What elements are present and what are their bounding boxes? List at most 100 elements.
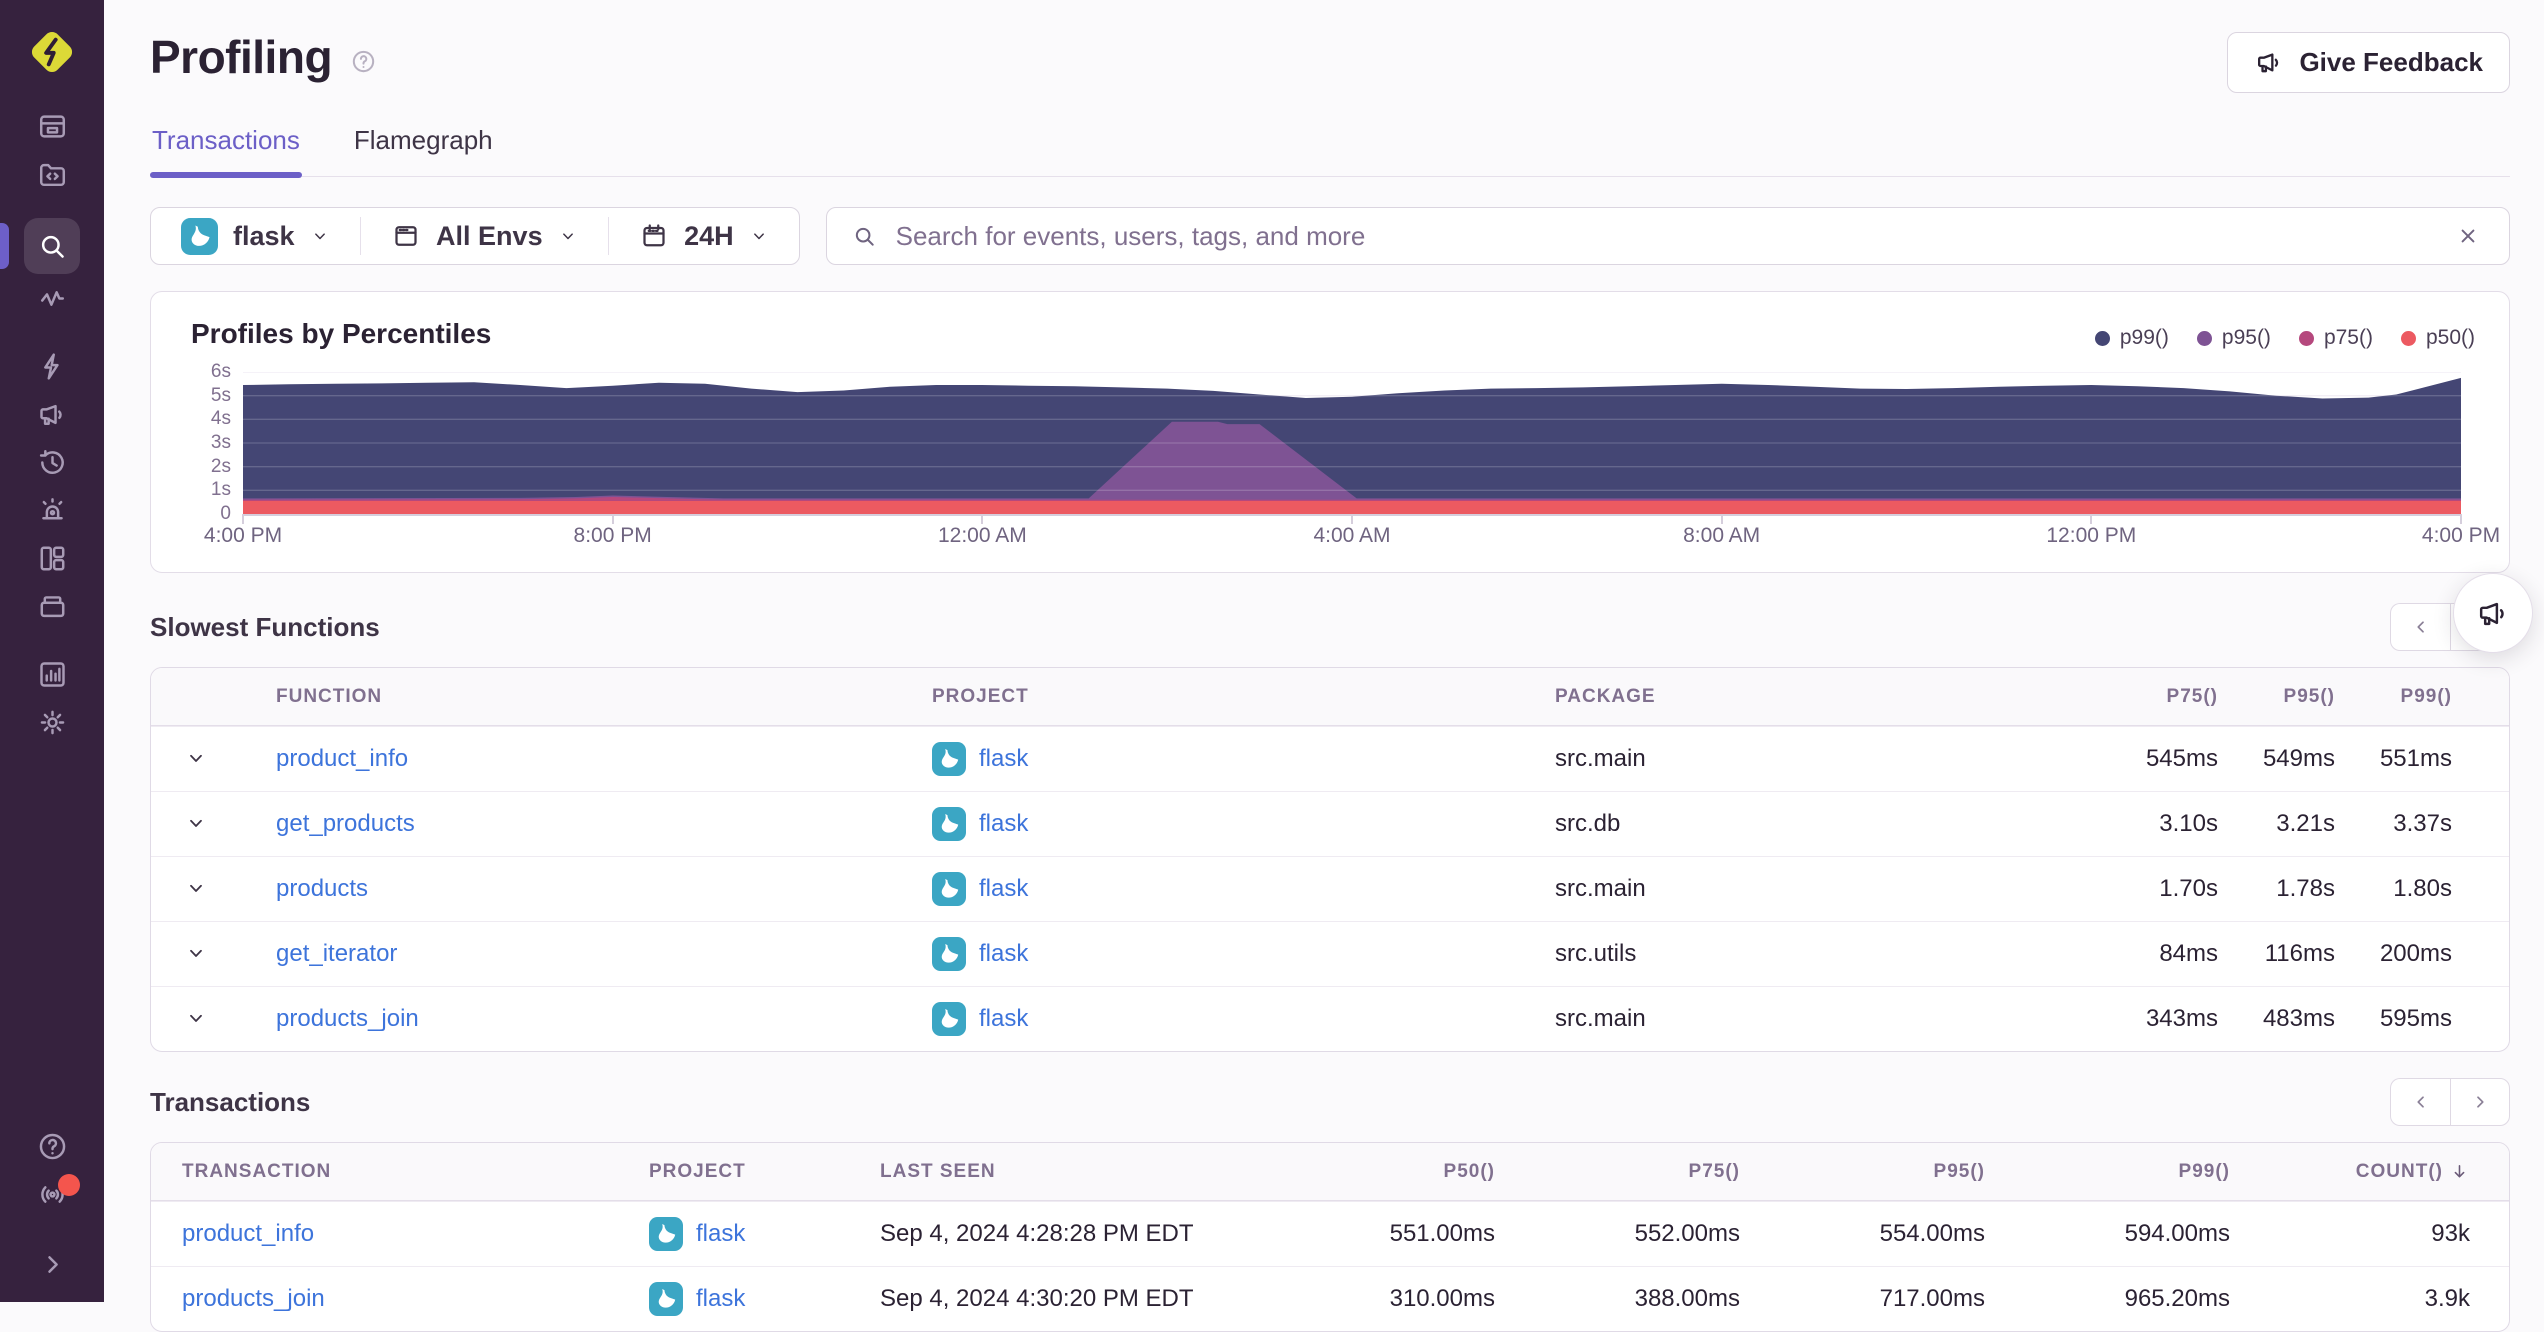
table-row: products_join flask src.main 343ms 483ms 595m… [151,986,2509,1051]
column-header-count[interactable]: COUNT() [2230,1161,2470,1183]
folder-code-icon [24,150,80,198]
tab-flamegraph[interactable]: Flamegraph [354,125,493,176]
sidebar-item-issues[interactable] [0,102,104,150]
project-link[interactable]: flask [979,1005,1028,1033]
environment-filter[interactable]: All Envs [361,208,608,264]
notification-dot [58,1174,80,1196]
expand-row-button[interactable] [180,935,216,971]
previous-page-button[interactable] [2390,1078,2450,1126]
legend-item-p50[interactable]: p50() [2400,326,2475,350]
column-header-p75[interactable]: P75() [1495,1161,1740,1183]
function-cell: get_products [276,810,932,838]
column-header-p75[interactable]: P75() [2101,686,2218,708]
column-header-p95[interactable]: P95() [1740,1161,1985,1183]
x-tick-label: 4:00 PM [203,524,283,547]
main-content: Profiling Give Feedback Transactions Flam… [104,0,2544,1332]
page-header: Profiling Give Feedback [150,0,2510,93]
next-page-button[interactable] [2450,1078,2510,1126]
project-link[interactable]: flask [979,940,1028,968]
column-header-lastseen[interactable]: LAST SEEN [880,1161,1250,1183]
arrow-down-icon [2449,1161,2470,1182]
x-tick [981,514,984,524]
function-link[interactable]: product_info [276,745,408,772]
sidebar-item-performance[interactable] [0,274,104,322]
function-link[interactable]: products [276,875,368,902]
project-link[interactable]: flask [696,1220,745,1248]
sidebar-item-dashboards[interactable] [0,534,104,582]
column-header-project[interactable]: PROJECT [649,1161,880,1183]
legend-item-p99[interactable]: p99() [2094,326,2169,350]
filter-bar: flask All Envs 24H [150,207,2510,265]
archive-icon [24,582,80,630]
project-link[interactable]: flask [979,810,1028,838]
table-row: products_join flask Sep 4, 2024 4:30:20 PM… [151,1266,2509,1331]
expand-row-button[interactable] [180,1000,216,1036]
transactions-header: Transactions [150,1078,2510,1126]
last-seen-cell: Sep 4, 2024 4:30:20 PM EDT [880,1285,1194,1312]
give-feedback-button[interactable]: Give Feedback [2227,32,2510,93]
function-link[interactable]: get_iterator [276,940,397,967]
transaction-cell: product_info [182,1220,649,1248]
project-link[interactable]: flask [979,875,1028,903]
flask-project-icon [649,1217,683,1251]
expand-cell [151,1000,276,1039]
siren-icon [24,486,80,534]
question-circle-icon[interactable] [350,48,377,75]
close-icon [2461,229,2475,243]
transaction-link[interactable]: product_info [182,1220,314,1247]
project-link[interactable]: flask [696,1285,745,1313]
p99-cell: 1.80s [2393,875,2452,902]
sidebar-item-quickstart[interactable] [0,342,104,390]
project-filter[interactable]: flask [151,208,360,264]
previous-page-button[interactable] [2390,603,2450,651]
column-header-package[interactable]: PACKAGE [1555,686,2101,708]
column-header-p95[interactable]: P95() [2218,686,2335,708]
search-icon [24,218,80,274]
p75-cell: 388.00ms [1634,1285,1740,1312]
expand-row-button[interactable] [180,870,216,906]
expand-row-button[interactable] [180,740,216,776]
sentry-logo-icon[interactable] [26,26,78,78]
sidebar-footer-whats-new[interactable] [0,1170,104,1218]
sidebar-footer-collapse[interactable] [0,1240,104,1288]
x-tick [242,514,244,524]
expand-row-button[interactable] [180,805,216,841]
function-link[interactable]: products_join [276,1005,419,1032]
package-cell: src.main [1555,875,1646,902]
legend-item-p75[interactable]: p75() [2298,326,2373,350]
column-header-transaction[interactable]: TRANSACTION [182,1161,649,1183]
column-header-p50[interactable]: P50() [1250,1161,1495,1183]
sidebar-item-settings[interactable] [0,698,104,746]
gear-icon [24,698,80,746]
sidebar-footer-help[interactable] [0,1122,104,1170]
column-header-project[interactable]: PROJECT [932,686,1555,708]
sidebar-item-explore[interactable] [0,218,104,274]
sidebar-item-projects[interactable] [0,150,104,198]
sidebar-item-releases[interactable] [0,582,104,630]
date-range-filter[interactable]: 24H [609,208,799,264]
transaction-link[interactable]: products_join [182,1285,325,1312]
chart-plot-area[interactable] [242,372,2462,524]
legend-item-p95[interactable]: p95() [2196,326,2271,350]
slowest-functions-header: Slowest Functions [150,603,2510,651]
search-input[interactable] [893,219,2439,253]
sidebar-item-stats[interactable] [0,650,104,698]
clock-history-icon [24,438,80,486]
column-header-p99[interactable]: P99() [2335,686,2452,708]
tab-transactions[interactable]: Transactions [150,125,302,178]
project-filter-label: flask [233,220,295,251]
clear-search-button[interactable] [2455,221,2485,251]
expand-cell [151,935,276,974]
floating-feedback-button[interactable] [2453,573,2533,653]
flask-project-icon [932,1002,966,1036]
sidebar-item-alerts[interactable] [0,486,104,534]
column-header-function[interactable]: FUNCTION [276,686,932,708]
project-cell: flask [932,937,1555,971]
p75-cell: 84ms [2159,940,2218,967]
project-cell: flask [932,1002,1555,1036]
project-link[interactable]: flask [979,745,1028,773]
sidebar-item-replays[interactable] [0,438,104,486]
sidebar-item-feedback[interactable] [0,390,104,438]
function-link[interactable]: get_products [276,810,415,837]
column-header-p99[interactable]: P99() [1985,1161,2230,1183]
